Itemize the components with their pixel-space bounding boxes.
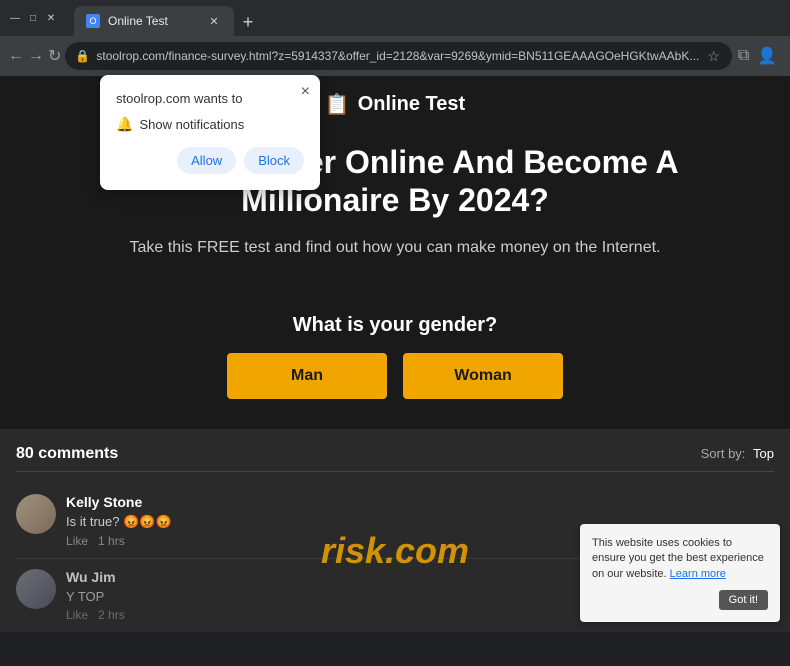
close-button[interactable]: ✕: [44, 11, 58, 25]
browser-chrome: — □ ✕ O Online Test ✕ + ← → ↻ 🔒 stoolrop…: [0, 0, 790, 76]
site-title: Online Test: [358, 93, 465, 116]
tab-bar: O Online Test ✕ +: [66, 0, 782, 36]
cookie-banner: This website uses cookies to ensure you …: [580, 524, 780, 622]
comment-time: 2 hrs: [98, 608, 125, 622]
menu-icon[interactable]: ⋮: [783, 44, 790, 68]
maximize-button[interactable]: □: [26, 11, 40, 25]
refresh-button[interactable]: ↻: [48, 42, 61, 70]
lock-icon: 🔒: [75, 49, 90, 63]
active-tab[interactable]: O Online Test ✕: [74, 6, 234, 36]
extensions-icon[interactable]: ⧉: [736, 45, 751, 67]
new-tab-button[interactable]: +: [234, 8, 262, 36]
gender-question: What is your gender?: [0, 314, 790, 337]
avatar: [16, 494, 56, 534]
profile-icon[interactable]: 👤: [755, 44, 779, 68]
gender-buttons: Man Woman: [0, 353, 790, 399]
comment-time: 1 hrs: [98, 534, 125, 548]
tab-close-button[interactable]: ✕: [206, 13, 222, 29]
address-bar[interactable]: 🔒 stoolrop.com/finance-survey.html?z=591…: [65, 42, 732, 70]
show-notifications-text: Show notifications: [139, 117, 244, 132]
url-text: stoolrop.com/finance-survey.html?z=59143…: [96, 49, 699, 63]
tab-title: Online Test: [108, 14, 168, 28]
window-controls: — □ ✕: [8, 11, 58, 25]
gender-section: What is your gender? Man Woman: [0, 304, 790, 419]
bookmark-icon[interactable]: ☆: [705, 46, 722, 67]
block-button[interactable]: Block: [244, 147, 304, 174]
commenter-name: Kelly Stone: [66, 494, 774, 510]
comments-count: 80 comments: [16, 445, 118, 463]
title-bar: — □ ✕ O Online Test ✕ +: [0, 0, 790, 36]
allow-button[interactable]: Allow: [177, 147, 236, 174]
popup-title: stoolrop.com wants to: [116, 91, 304, 106]
sort-by-label: Sort by: Top: [701, 446, 774, 461]
woman-button[interactable]: Woman: [403, 353, 563, 399]
back-button[interactable]: ←: [8, 42, 24, 70]
like-label[interactable]: Like: [66, 608, 88, 622]
cookie-text: This website uses cookies to ensure you …: [592, 536, 768, 582]
forward-button[interactable]: →: [28, 42, 44, 70]
logo-icon: 📋: [325, 92, 350, 117]
tab-favicon: O: [86, 14, 100, 28]
nav-bar: ← → ↻ 🔒 stoolrop.com/finance-survey.html…: [0, 36, 790, 76]
notification-popup: × stoolrop.com wants to 🔔 Show notificat…: [100, 75, 320, 190]
avatar: [16, 569, 56, 609]
learn-more-link[interactable]: Learn more: [670, 568, 726, 580]
like-label[interactable]: Like: [66, 534, 88, 548]
popup-buttons: Allow Block: [116, 147, 304, 174]
minimize-button[interactable]: —: [8, 11, 22, 25]
popup-notification-row: 🔔 Show notifications: [116, 116, 304, 133]
popup-close-button[interactable]: ×: [301, 83, 310, 101]
man-button[interactable]: Man: [227, 353, 387, 399]
hero-subtext: Take this FREE test and find out how you…: [40, 236, 750, 260]
bell-icon: 🔔: [116, 116, 133, 133]
cookie-ok-button[interactable]: Got it!: [719, 590, 768, 610]
comments-header: 80 comments Sort by: Top: [16, 445, 774, 472]
